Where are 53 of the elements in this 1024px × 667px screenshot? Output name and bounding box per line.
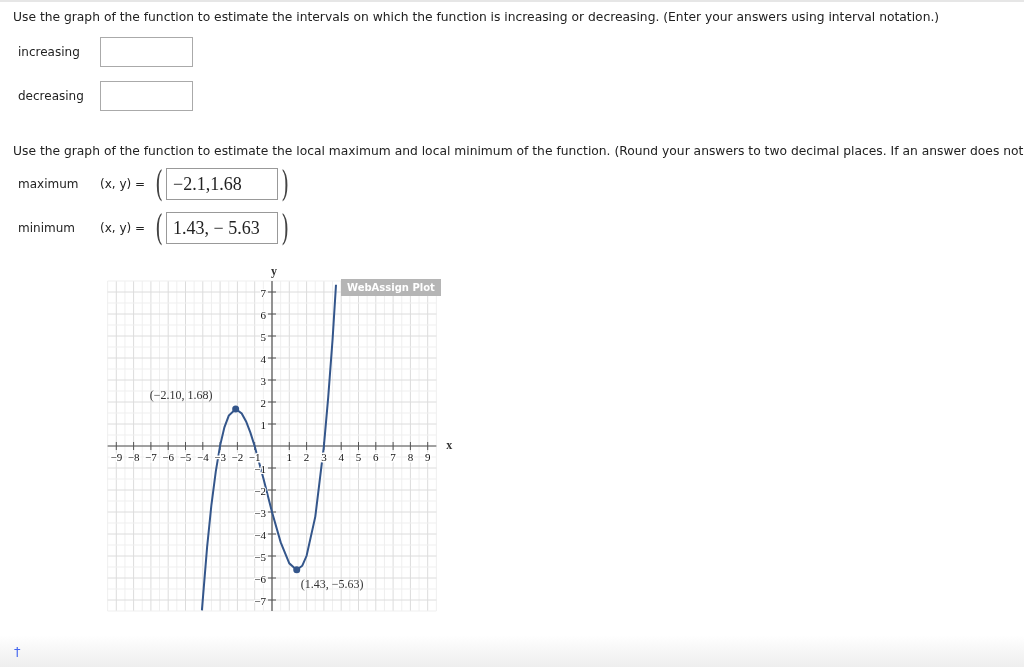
y-tick-label: 5 [260,331,266,343]
x-tick-label: −2 [231,451,244,463]
coordinate-label: (x, y) = [100,221,147,235]
x-tick-label: 8 [407,451,414,463]
y-tick-label: −6 [254,573,266,585]
question-text: Use the graph of the function to estimate the intervals on which the function is increasing or decreasing. (Enter your answers using interval notation.) [13,10,941,24]
x-tick-label: −8 [127,451,140,463]
answer-field[interactable]: 1.43, − 5.63 [166,212,279,244]
x-tick-label: −6 [162,451,175,463]
parenthesis: ) [281,210,289,246]
y-tick-label: 7 [260,287,266,299]
y-tick-label: −7 [254,595,266,607]
answer-field[interactable] [100,37,193,67]
x-tick-label: 6 [373,451,379,463]
point-label: (−2.10, 1.68) [149,388,213,403]
y-tick-label: −3 [254,507,266,519]
parenthesis: ( [155,210,163,246]
y-tick-label: −5 [254,551,266,563]
x-tick-label: −5 [179,451,192,463]
x-tick-label: −4 [196,451,209,463]
footnote-mark[interactable]: † [14,643,21,659]
answer-label: decreasing [18,89,85,103]
x-tick-label: 1 [286,451,293,463]
x-tick-label: 4 [338,451,344,463]
x-tick-label: 7 [390,451,396,463]
y-tick-label: −4 [254,529,266,541]
x-tick-label: 2 [303,451,310,463]
y-tick-label: 1 [260,419,266,431]
x-tick-label: −9 [110,451,123,463]
x-tick-label: 3 [321,451,327,463]
parenthesis: ) [281,166,289,202]
x-tick-label: 5 [355,451,362,463]
plot-badge: WebAssign Plot [341,279,441,296]
question-text: Use the graph of the function to estimate the local maximum and local minimum of the function. (Round your answers to two decimal places. If an answer does not [13,144,1024,158]
point-label: (1.43, −5.63) [300,576,364,591]
y-tick-label: 3 [260,375,266,387]
y-tick-label: 4 [260,353,266,365]
parenthesis: ( [155,166,163,202]
y-tick-label: −2 [254,485,266,497]
x-tick-label: 9 [424,451,431,463]
y-tick-label: 2 [260,397,266,409]
y-axis-label: y [271,264,277,278]
answer-label: maximum [18,177,80,191]
coordinate-label: (x, y) = [100,177,147,191]
y-tick-label: 6 [260,309,266,321]
answer-field[interactable] [100,81,193,111]
answer-label: minimum [18,221,76,235]
answer-field[interactable]: −2.1,1.68 [166,168,279,200]
answer-label: increasing [18,45,81,59]
extremum-point [232,405,240,413]
x-axis-label: x [446,438,453,452]
extremum-point [293,566,301,574]
x-tick-label: −7 [145,451,157,463]
